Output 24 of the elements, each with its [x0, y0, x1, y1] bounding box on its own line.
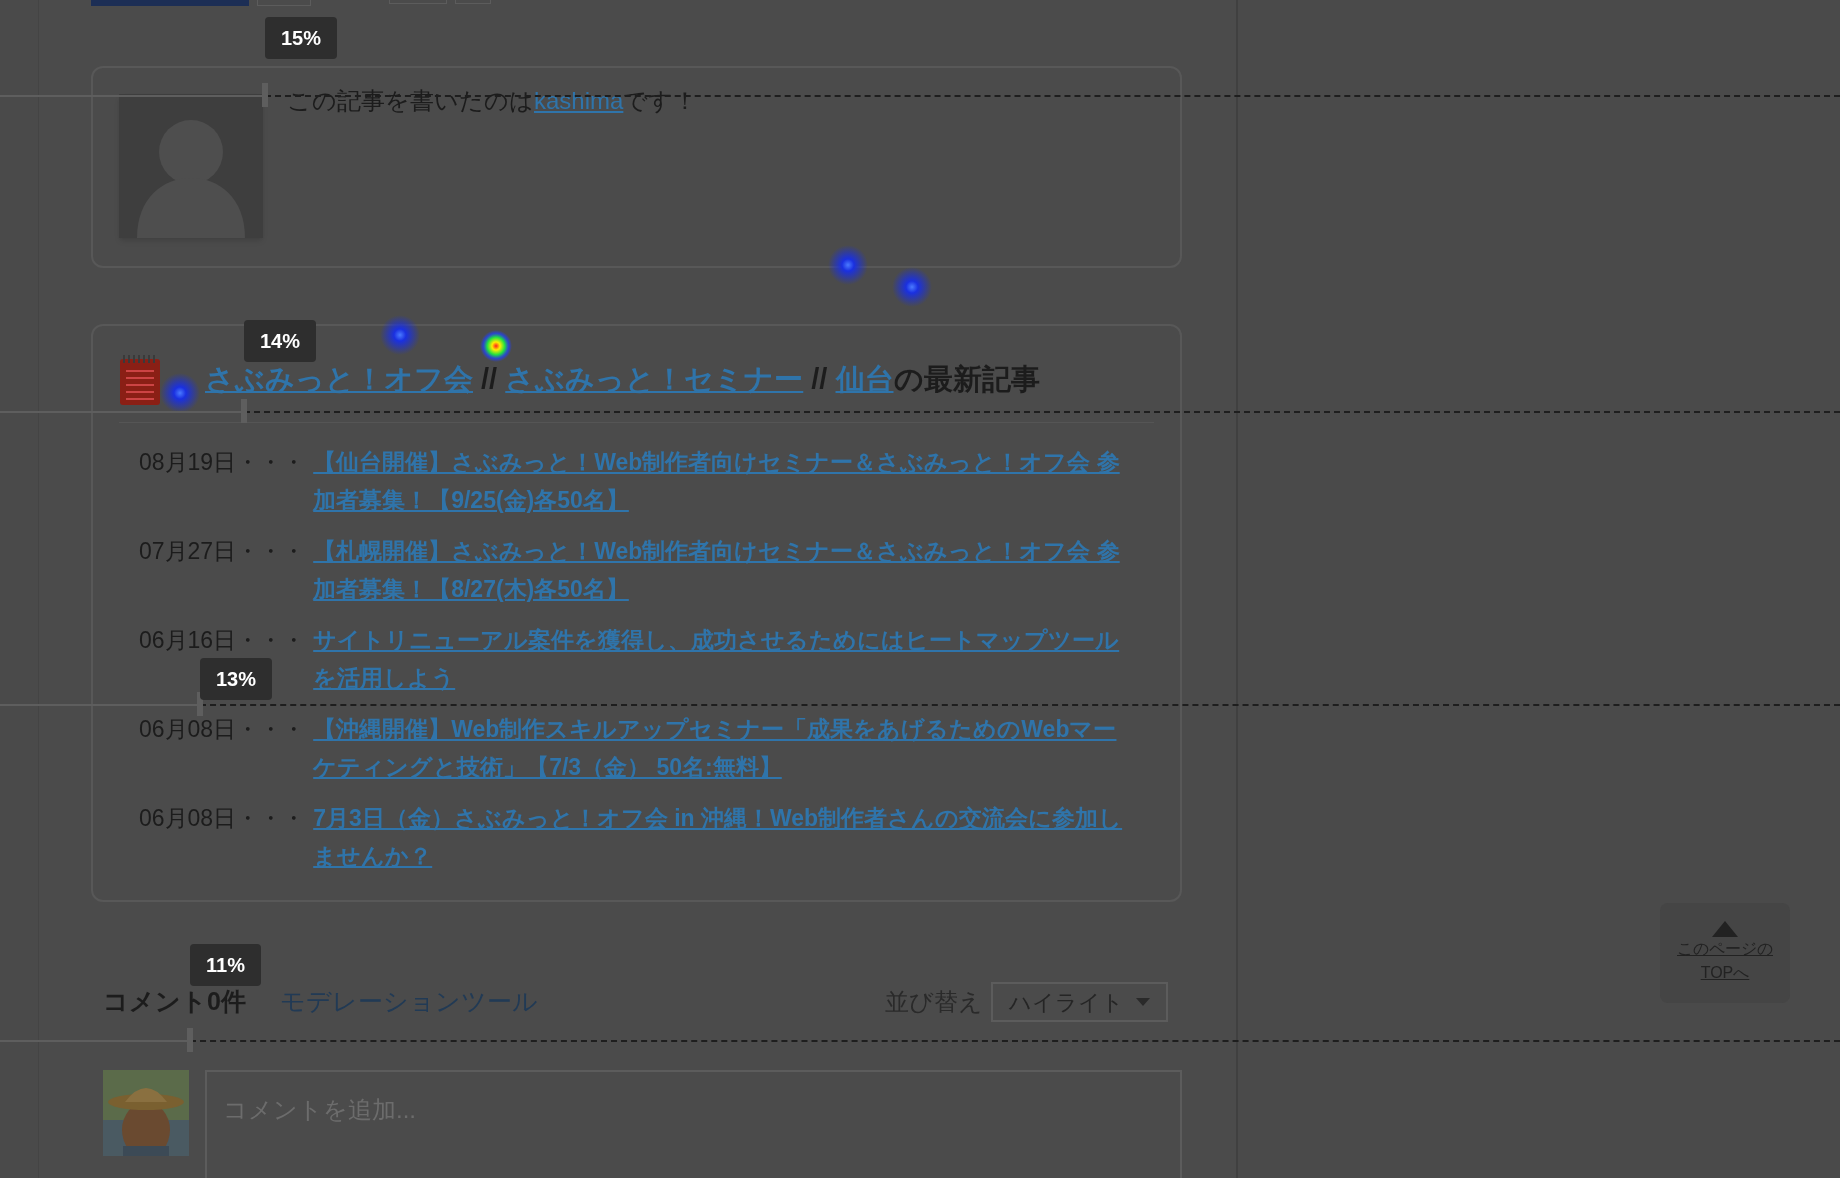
post-link[interactable]: サイトリニューアル案件を獲得し、成功させるためにはヒートマップツールを活用しよう — [313, 621, 1129, 697]
post-link[interactable]: 【沖縄開催】Web制作スキルアップセミナー「成果をあげるためのWebマーケティングと技術」【7/3（金） 50名:無料】 — [313, 710, 1129, 786]
heat-spot — [892, 267, 932, 307]
heat-spot — [480, 330, 512, 362]
notebook-icon — [119, 354, 161, 406]
heat-spot — [828, 245, 868, 285]
scroll-depth-tooltip: 13% — [200, 658, 273, 700]
post-link[interactable]: 【仙台開催】さぶみっと！Web制作者向けセミナー＆さぶみっと！オフ会 参加者募集！【9/25(金)各50名】 — [313, 443, 1129, 519]
up-triangle-icon — [1712, 921, 1738, 937]
post-link[interactable]: 【札幌開催】さぶみっと！Web制作者向けセミナー＆さぶみっと！オフ会 参加者募集！【8/27(木)各50名】 — [313, 532, 1129, 608]
scroll-depth-tooltip: 11% — [190, 944, 261, 986]
scroll-depth-tick — [262, 83, 268, 107]
category-link[interactable]: さぶみっと！セミナー — [505, 363, 804, 396]
caret-icon — [1136, 998, 1150, 1006]
category-link[interactable]: 仙台 — [835, 363, 894, 396]
author-link[interactable]: kashima — [534, 87, 624, 114]
post-link[interactable]: 7月3日（金）さぶみっと！オフ会 in 沖縄！Web制作者さんの交流会に参加しませんか？ — [313, 799, 1129, 875]
scroll-depth-tooltip: 14% — [244, 320, 317, 362]
avatar-icon — [119, 94, 263, 238]
heat-spot — [160, 373, 200, 413]
scroll-depth-tick — [187, 1028, 193, 1052]
category-link[interactable]: さぶみっと！オフ会 — [205, 363, 473, 396]
heat-spot — [380, 315, 420, 355]
scroll-depth-tooltip: 15% — [265, 17, 338, 59]
